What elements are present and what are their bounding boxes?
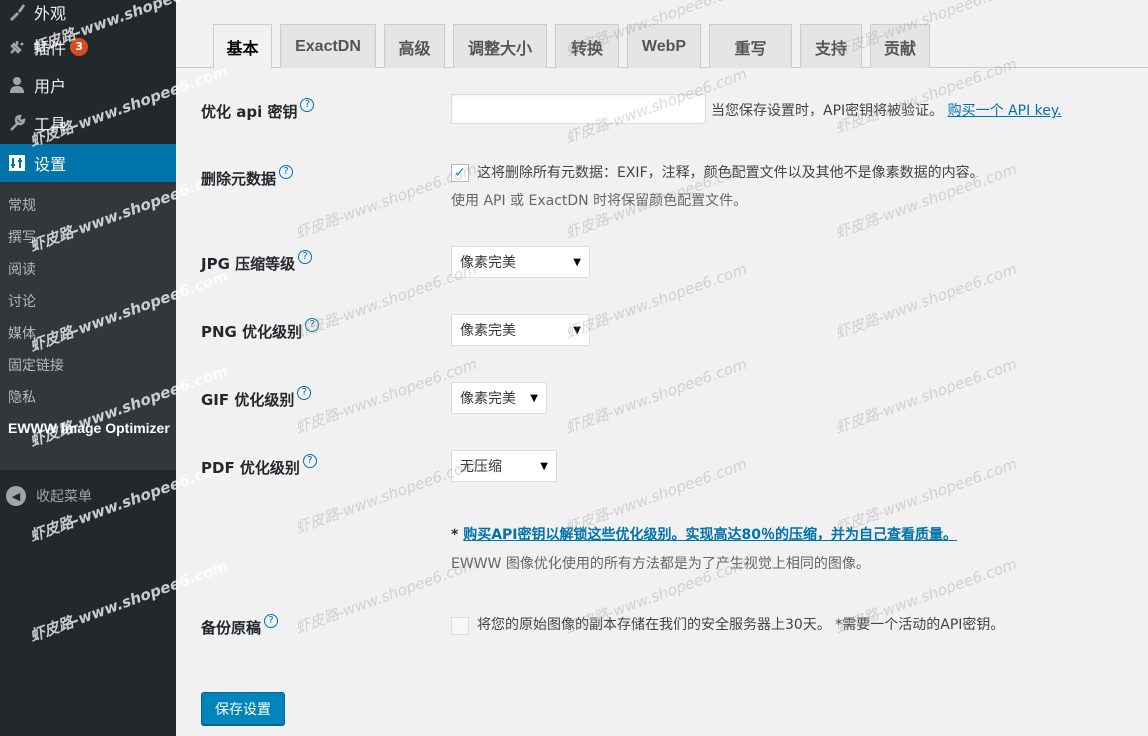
submenu-item-discussion[interactable]: 讨论 (0, 286, 176, 318)
submenu-item-ewww[interactable]: EWWW Image Optimizer (0, 414, 176, 460)
jpg-level-label: JPG 压缩等级? (201, 250, 313, 274)
metadata-checkbox[interactable]: ✓ (451, 164, 469, 182)
help-icon[interactable]: ? (298, 250, 313, 264)
tab-advanced[interactable]: 高级 (384, 24, 445, 68)
pdf-level-select[interactable]: 无压缩 ▼ (451, 450, 557, 482)
desc-text: 当您保存设置时，API密钥将被验证。 (711, 103, 944, 119)
buy-api-key-upsell-link[interactable]: 购买API密钥以解锁这些优化级别。实现高达80％的压缩，并为自己查看质量。 (463, 527, 957, 543)
tab-contribute[interactable]: 贡献 (870, 24, 930, 68)
help-icon[interactable]: ? (279, 165, 294, 179)
help-icon[interactable]: ? (302, 454, 317, 468)
gif-level-select[interactable]: 像素完美 ▼ (451, 382, 547, 414)
menu-settings[interactable]: 设置 (0, 144, 176, 182)
api-key-desc: 当您保存设置时，API密钥将被验证。 购买一个 API key. (711, 100, 1062, 120)
tab-webp[interactable]: WebP (627, 24, 701, 68)
menu-label: 工具 (34, 115, 67, 134)
watermark: 虾皮路-www.shopee6.com (832, 259, 1020, 343)
watermark: 虾皮路-www.shopee6.com (562, 259, 750, 343)
watermark: 虾皮路-www.shopee6.com (832, 354, 1020, 438)
wrench-icon (6, 113, 28, 133)
select-value: 无压缩 (460, 459, 502, 475)
tab-exactdn[interactable]: ExactDN (280, 24, 376, 68)
menu-plugins[interactable]: 插件 3 (0, 28, 176, 66)
help-icon[interactable]: ? (300, 98, 315, 112)
tab-resize[interactable]: 调整大小 (453, 24, 547, 68)
png-level-label: PNG 优化级别? (201, 318, 320, 342)
pdf-level-label: PDF 优化级别? (201, 454, 317, 478)
upsell-notice: * 购买API密钥以解锁这些优化级别。实现高达80％的压缩，并为自己查看质量。 (451, 524, 957, 544)
metadata-desc: 这将删除所有元数据：EXIF，注释，颜色配置文件以及其他不是像素数据的内容。 (477, 165, 984, 181)
watermark: 虾皮路-www.shopee6.com (562, 354, 750, 438)
label-text: PNG 优化级别 (201, 323, 303, 341)
gif-level-label: GIF 优化级别? (201, 386, 312, 410)
api-key-label: 优化 api 密钥? (201, 98, 315, 122)
help-icon[interactable]: ? (264, 614, 279, 628)
api-key-input[interactable] (451, 94, 706, 124)
tab-support[interactable]: 支持 (800, 24, 862, 68)
collapse-label: 收起菜单 (36, 489, 92, 505)
submenu-item-media[interactable]: 媒体 (0, 318, 176, 350)
settings-icon (6, 153, 28, 173)
backup-checkbox[interactable] (451, 617, 469, 635)
select-value: 像素完美 (460, 255, 516, 271)
dropdown-arrow-icon: ▼ (573, 324, 581, 336)
save-settings-button[interactable]: 保存设置 (201, 692, 285, 725)
menu-label: 插件 (34, 39, 67, 58)
brush-icon (6, 2, 28, 22)
submenu-item-reading[interactable]: 阅读 (0, 254, 176, 286)
asterisk: * (451, 527, 464, 543)
label-text: 备份原稿 (201, 619, 262, 637)
select-value: 像素完美 (460, 323, 516, 339)
label-text: 删除元数据 (201, 170, 277, 188)
tab-basic[interactable]: 基本 (213, 24, 272, 69)
jpg-level-select[interactable]: 像素完美 ▼ (451, 246, 590, 278)
metadata-desc-note: 使用 API 或 ExactDN 时将保留颜色配置文件。 (451, 193, 748, 209)
label-text: PDF 优化级别 (201, 459, 300, 477)
settings-tabs: 基本 ExactDN 高级 调整大小 转换 WebP 重写 支持 贡献 (176, 0, 1148, 69)
plugin-icon (6, 37, 28, 57)
submenu-item-privacy[interactable]: 隐私 (0, 382, 176, 414)
dropdown-arrow-icon: ▼ (540, 460, 548, 472)
png-level-select[interactable]: 像素完美 ▼ (451, 314, 590, 346)
buy-api-key-link[interactable]: 购买一个 API key. (948, 103, 1062, 119)
backup-label: 备份原稿? (201, 614, 279, 638)
label-text: GIF 优化级别 (201, 391, 295, 409)
submenu-item-general[interactable]: 常规 (0, 190, 176, 222)
tab-convert[interactable]: 转换 (555, 24, 619, 68)
metadata-label: 删除元数据? (201, 165, 294, 189)
label-text: 优化 api 密钥 (201, 103, 298, 121)
user-icon (6, 75, 28, 95)
menu-label: 用户 (34, 77, 67, 96)
settings-submenu: 常规 撰写 阅读 讨论 媒体 固定链接 隐私 EWWW Image Optimi… (0, 182, 176, 470)
update-count-badge: 3 (70, 38, 89, 56)
help-icon[interactable]: ? (305, 318, 320, 332)
menu-users[interactable]: 用户 (0, 66, 176, 104)
checkmark-icon: ✓ (454, 165, 466, 181)
submenu-item-permalinks[interactable]: 固定链接 (0, 350, 176, 382)
dropdown-arrow-icon: ▼ (530, 392, 538, 404)
collapse-arrow-icon: ◀ (6, 486, 26, 506)
dropdown-arrow-icon: ▼ (573, 256, 581, 268)
backup-desc: 将您的原始图像的副本存储在我们的安全服务器上30天。 *需要一个活动的API密钥… (477, 617, 1005, 633)
menu-tools[interactable]: 工具 (0, 104, 176, 142)
upsell-note: EWWW 图像优化使用的所有方法都是为了产生视觉上相同的图像。 (451, 556, 870, 572)
menu-label: 外观 (34, 4, 67, 23)
menu-label: 设置 (34, 155, 67, 174)
help-icon[interactable]: ? (297, 386, 312, 400)
tab-rewrite[interactable]: 重写 (709, 24, 792, 68)
submenu-item-writing[interactable]: 撰写 (0, 222, 176, 254)
admin-sidebar: 外观 插件 3 用户 工具 设置 常规 撰写 阅读 讨论 媒体 固定链接 隐私 … (0, 0, 232, 736)
select-value: 像素完美 (460, 391, 516, 407)
label-text: JPG 压缩等级 (201, 255, 296, 273)
collapse-menu-button[interactable]: ◀ 收起菜单 (0, 478, 176, 514)
menu-appearance[interactable]: 外观 (0, 0, 176, 28)
